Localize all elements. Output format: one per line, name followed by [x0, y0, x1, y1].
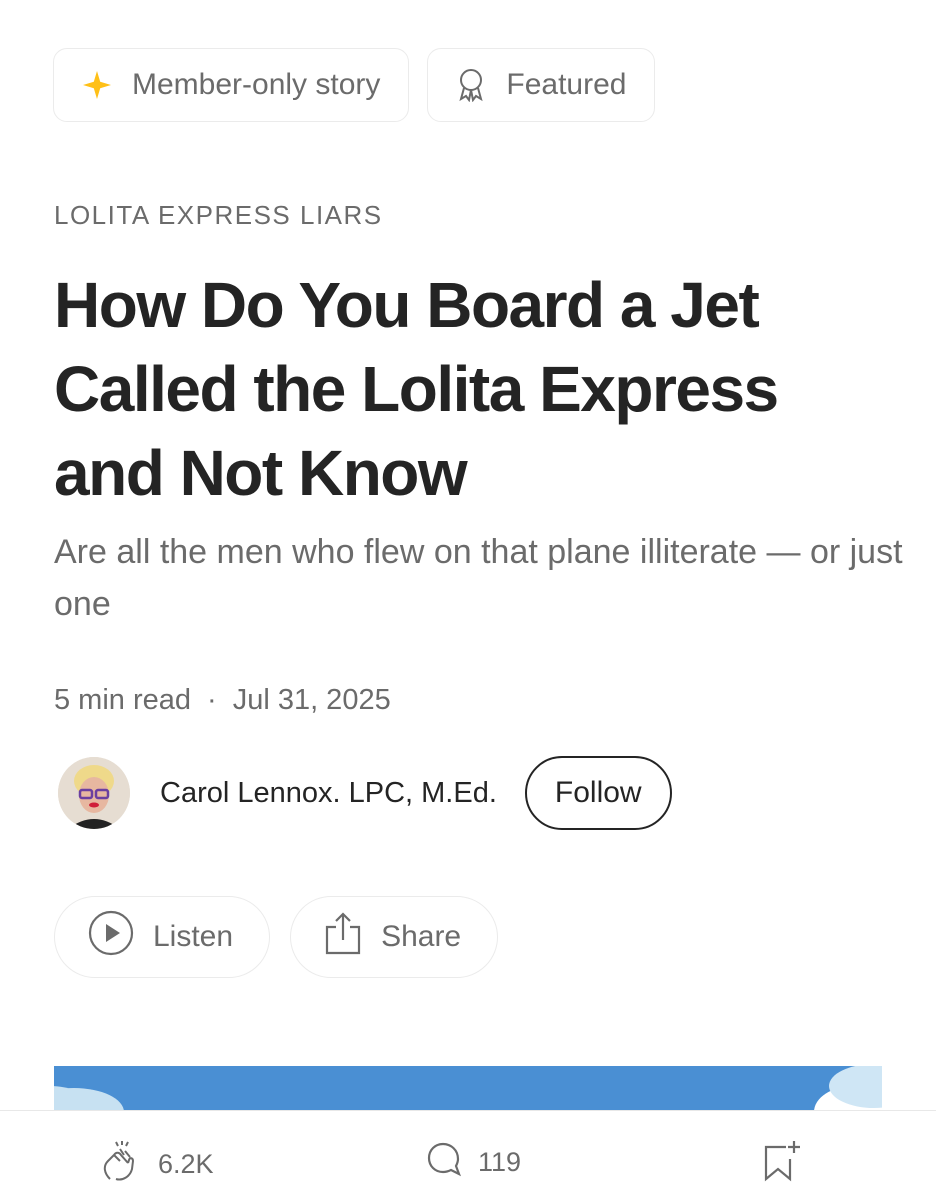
- clap-count: 6.2K: [158, 1149, 214, 1179]
- badge-row: Member-only story Featured: [53, 48, 656, 122]
- read-time: 5 min read: [54, 684, 192, 716]
- featured-label: Featured: [506, 68, 627, 101]
- bottom-action-bar: 6.2K 119: [0, 1110, 936, 1201]
- publish-date: Jul 31, 2025: [232, 684, 391, 716]
- award-ribbon-icon: [454, 68, 488, 102]
- clap-button[interactable]: 6.2K: [100, 1139, 214, 1190]
- share-label: Share: [381, 920, 462, 953]
- share-icon: [323, 911, 363, 963]
- member-only-label: Member-only story: [132, 68, 381, 101]
- sparkle-icon: [80, 68, 114, 102]
- article-meta: 5 min read · Jul 31, 2025: [54, 684, 391, 717]
- comment-icon: [424, 1139, 464, 1186]
- listen-label: Listen: [153, 920, 234, 953]
- hero-image: [54, 1066, 882, 1112]
- share-button[interactable]: Share: [290, 896, 499, 978]
- author-name[interactable]: Carol Lennox. LPC, M.Ed.: [160, 777, 497, 810]
- meta-separator: ·: [207, 684, 217, 716]
- author-avatar[interactable]: [58, 757, 130, 829]
- bookmark-add-icon: [760, 1139, 804, 1190]
- clap-icon: [100, 1139, 144, 1190]
- member-only-badge[interactable]: Member-only story: [53, 48, 410, 122]
- article-title: How Do You Board a Jet Called the Lolita…: [54, 269, 779, 509]
- featured-badge[interactable]: Featured: [427, 48, 656, 122]
- play-icon: [87, 909, 135, 965]
- responses-button[interactable]: 119: [424, 1139, 521, 1186]
- response-count: 119: [478, 1147, 522, 1177]
- follow-button[interactable]: Follow: [524, 756, 672, 830]
- article-subtitle: Are all the men who flew on that plane i…: [54, 533, 903, 623]
- article-actions: Listen Share: [54, 896, 499, 978]
- publication-kicker[interactable]: LOLITA EXPRESS LIARS: [54, 200, 383, 231]
- listen-button[interactable]: Listen: [54, 896, 271, 978]
- bookmark-button[interactable]: [760, 1139, 804, 1190]
- author-row: Carol Lennox. LPC, M.Ed. Follow: [58, 756, 672, 830]
